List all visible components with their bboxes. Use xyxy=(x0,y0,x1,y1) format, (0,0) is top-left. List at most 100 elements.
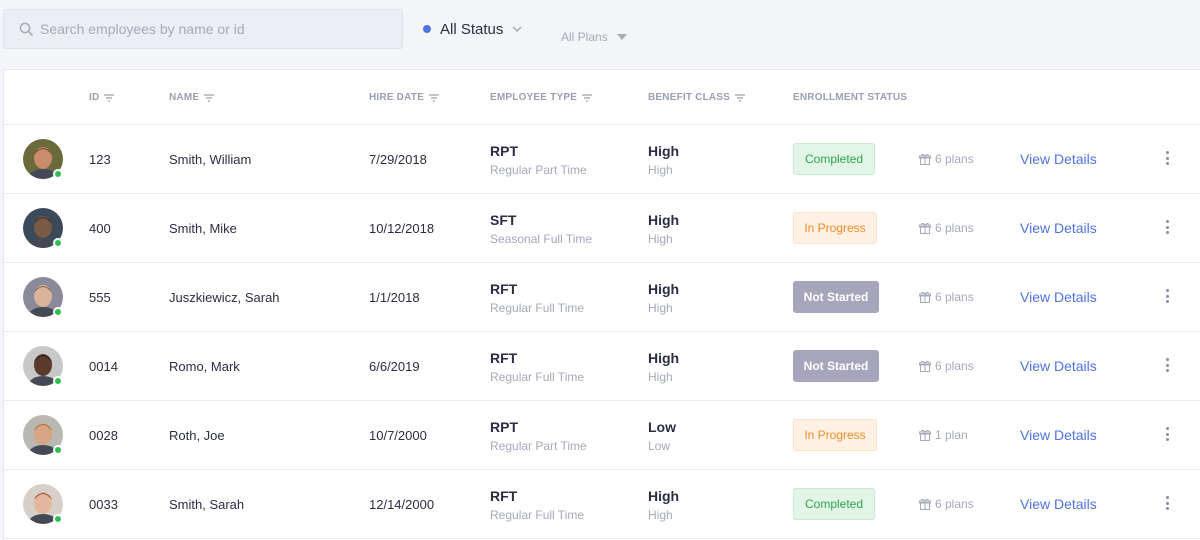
employee-type-description: Regular Part Time xyxy=(490,439,587,453)
view-details-link[interactable]: View Details xyxy=(1020,289,1097,305)
benefit-class: High xyxy=(648,350,680,366)
plans-count: 6 plans xyxy=(919,359,974,373)
employee-id: 0014 xyxy=(89,359,118,374)
filter-lines-icon xyxy=(104,93,115,102)
view-details-link[interactable]: View Details xyxy=(1020,496,1097,512)
plans-count: 6 plans xyxy=(919,497,974,511)
filter-lines-icon xyxy=(735,93,746,102)
benefit-class-detail: High xyxy=(648,163,673,177)
hire-date: 6/6/2019 xyxy=(369,359,420,374)
gift-icon xyxy=(919,360,931,372)
employees-table: ID NAME HIRE DATE EMPLOYEE TYPE BENEFIT … xyxy=(3,69,1200,540)
table-header: ID NAME HIRE DATE EMPLOYEE TYPE BENEFIT … xyxy=(4,70,1200,125)
employee-id: 0028 xyxy=(89,428,118,443)
search-input[interactable] xyxy=(40,10,390,48)
more-options-icon[interactable] xyxy=(1161,287,1173,305)
table-row: 555 Juszkiewicz, Sarah 1/1/2018 RFT Regular … xyxy=(4,263,1200,332)
filter-lines-icon xyxy=(582,93,593,102)
benefit-class-detail: High xyxy=(648,370,673,384)
caret-down-icon xyxy=(616,34,627,40)
employee-name: Roth, Joe xyxy=(169,428,225,443)
column-label: ID xyxy=(89,92,100,103)
benefit-class-detail: Low xyxy=(648,439,671,453)
employee-name: Romo, Mark xyxy=(169,359,240,374)
hire-date: 12/14/2000 xyxy=(369,497,435,512)
employee-type-description: Regular Full Time xyxy=(490,370,585,384)
column-header-enrollment-status: ENROLLMENT STATUS xyxy=(793,92,907,103)
online-status-icon xyxy=(53,307,63,317)
gift-icon xyxy=(919,429,931,441)
benefit-class: High xyxy=(648,488,680,504)
employee-type-code: RPT xyxy=(490,419,518,435)
online-status-icon xyxy=(53,169,63,179)
plans-count: 6 plans xyxy=(919,152,974,166)
hire-date: 10/12/2018 xyxy=(369,221,435,236)
enrollment-status-badge: Completed xyxy=(793,143,875,175)
gift-icon xyxy=(919,498,931,510)
employee-type-code: RPT xyxy=(490,143,518,159)
employee-name: Smith, Sarah xyxy=(169,497,245,512)
view-details-link[interactable]: View Details xyxy=(1020,151,1097,167)
column-label: NAME xyxy=(169,92,200,103)
table-row: 400 Smith, Mike 10/12/2018 SFT Seasonal Full… xyxy=(4,194,1200,263)
online-status-icon xyxy=(53,238,63,248)
plans-count: 6 plans xyxy=(919,290,974,304)
gift-icon xyxy=(919,291,931,303)
plans-count-label: 6 plans xyxy=(935,497,974,511)
benefit-class: High xyxy=(648,212,680,228)
employee-type-description: Seasonal Full Time xyxy=(490,232,593,246)
employee-name: Smith, Mike xyxy=(169,221,237,236)
plans-count-label: 1 plan xyxy=(935,428,968,442)
column-header-id[interactable]: ID xyxy=(89,92,115,103)
column-header-employee-type[interactable]: EMPLOYEE TYPE xyxy=(490,92,593,103)
more-options-icon[interactable] xyxy=(1161,425,1173,443)
hire-date: 10/7/2000 xyxy=(369,428,427,443)
plans-filter-dropdown[interactable]: All Plans xyxy=(561,27,627,47)
more-options-icon[interactable] xyxy=(1161,218,1173,236)
hire-date: 1/1/2018 xyxy=(369,290,420,305)
column-header-hire-date[interactable]: HIRE DATE xyxy=(369,92,439,103)
column-label: BENEFIT CLASS xyxy=(648,92,731,103)
enrollment-status-badge: In Progress xyxy=(793,419,877,451)
table-row: 0028 Roth, Joe 10/7/2000 RPT Regular Part Ti… xyxy=(4,401,1200,470)
online-status-icon xyxy=(53,376,63,386)
employee-name: Juszkiewicz, Sarah xyxy=(169,290,280,305)
view-details-link[interactable]: View Details xyxy=(1020,427,1097,443)
more-options-icon[interactable] xyxy=(1161,494,1173,512)
enrollment-status-badge: Not Started xyxy=(793,281,879,313)
employee-id: 555 xyxy=(89,290,111,305)
enrollment-status-badge: Completed xyxy=(793,488,875,520)
column-label: EMPLOYEE TYPE xyxy=(490,92,578,103)
benefit-class-detail: High xyxy=(648,232,673,246)
employee-type-code: RFT xyxy=(490,281,518,297)
benefit-class-detail: High xyxy=(648,508,673,522)
view-details-link[interactable]: View Details xyxy=(1020,220,1097,236)
chevron-down-icon xyxy=(512,26,522,32)
column-label: ENROLLMENT STATUS xyxy=(793,92,908,103)
status-dot-icon xyxy=(423,25,431,33)
benefit-class-detail: High xyxy=(648,301,673,315)
plans-filter-label: All Plans xyxy=(561,30,608,44)
plans-count-label: 6 plans xyxy=(935,290,974,304)
view-details-link[interactable]: View Details xyxy=(1020,358,1097,374)
employee-type-code: RFT xyxy=(490,488,518,504)
employee-id: 123 xyxy=(89,152,111,167)
column-header-name[interactable]: NAME xyxy=(169,92,215,103)
table-row: 0014 Romo, Mark 6/6/2019 RFT Regular Full Ti… xyxy=(4,332,1200,401)
column-header-benefit-class[interactable]: BENEFIT CLASS xyxy=(648,92,746,103)
table-row: 0033 Smith, Sarah 12/14/2000 RFT Regular Ful… xyxy=(4,470,1200,539)
employee-type-description: Regular Full Time xyxy=(490,508,585,522)
filter-lines-icon xyxy=(204,93,215,102)
toolbar: All Status All Plans xyxy=(0,0,1200,58)
status-filter-dropdown[interactable]: All Status xyxy=(423,19,522,39)
employee-id: 400 xyxy=(89,221,111,236)
enrollment-status-badge: In Progress xyxy=(793,212,877,244)
status-filter-label: All Status xyxy=(440,20,504,38)
more-options-icon[interactable] xyxy=(1161,356,1173,374)
more-options-icon[interactable] xyxy=(1161,149,1173,167)
enrollment-status-badge: Not Started xyxy=(793,350,879,382)
employee-type-code: RFT xyxy=(490,350,518,366)
search-box[interactable] xyxy=(3,9,403,49)
benefit-class: High xyxy=(648,143,680,159)
employee-type-code: SFT xyxy=(490,212,517,228)
